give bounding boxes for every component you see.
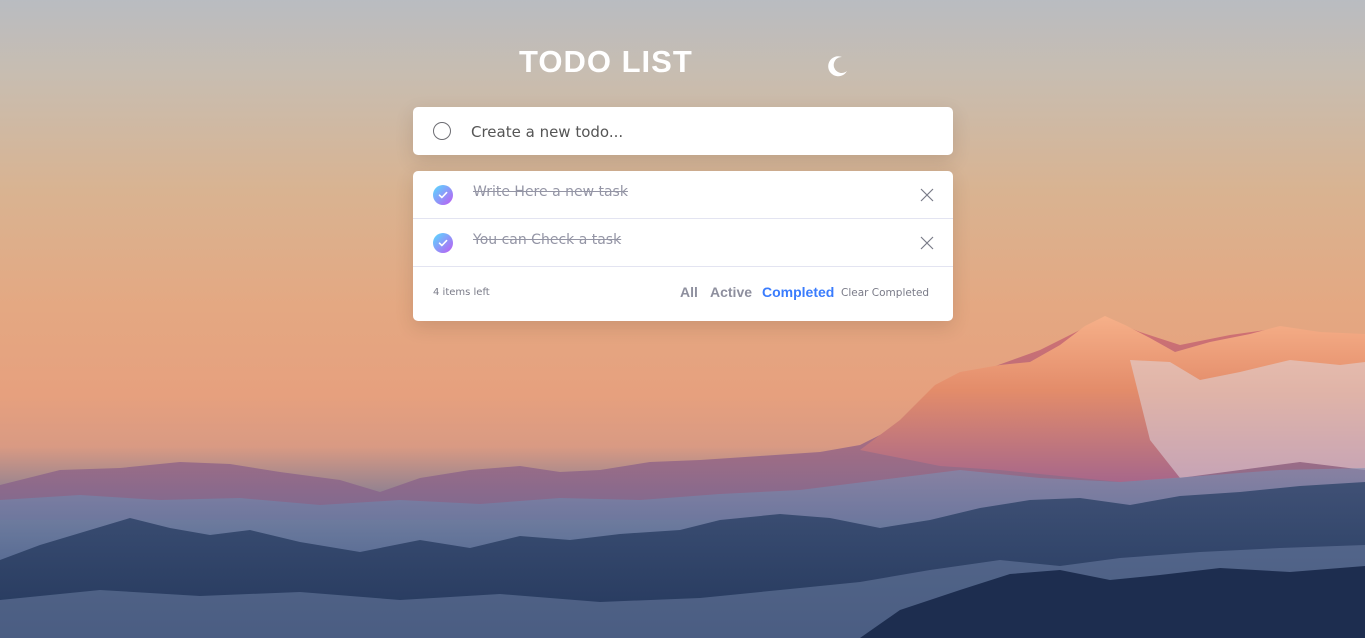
clear-completed-button[interactable]: Clear Completed — [841, 287, 929, 299]
filter-active[interactable]: Active — [710, 284, 752, 300]
new-todo-circle-icon — [433, 122, 451, 140]
page-title: TODO LIST — [519, 44, 693, 79]
close-icon[interactable] — [919, 235, 935, 251]
todo-item[interactable]: Write Here a new task — [413, 171, 953, 219]
new-todo-input[interactable] — [469, 119, 933, 145]
moon-icon[interactable] — [825, 53, 851, 79]
check-icon[interactable] — [433, 185, 453, 205]
items-left-count: 4 items left — [433, 287, 490, 298]
filter-completed[interactable]: Completed — [762, 284, 834, 300]
header: TODO LIST — [413, 40, 953, 88]
filter-all[interactable]: All — [680, 284, 698, 300]
todo-text: You can Check a task — [473, 232, 622, 248]
todo-text: Write Here a new task — [473, 184, 628, 200]
close-icon[interactable] — [919, 187, 935, 203]
new-todo-bar — [413, 107, 953, 155]
check-icon[interactable] — [433, 233, 453, 253]
list-footer: 4 items left All Active Completed Clear … — [413, 267, 953, 321]
todo-item[interactable]: You can Check a task — [413, 219, 953, 267]
todo-list: Write Here a new task You can Check a ta… — [413, 171, 953, 321]
